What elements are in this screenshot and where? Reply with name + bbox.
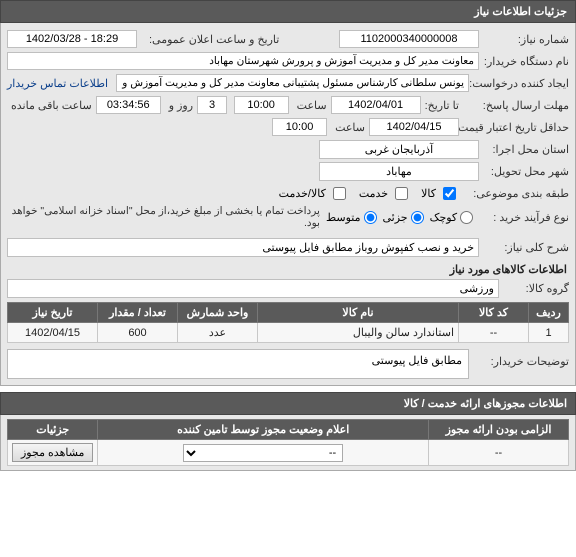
label-kuchak: کوچک	[430, 211, 458, 224]
label-purchase-type: نوع فرآیند خرید :	[473, 211, 569, 224]
cell-code: --	[459, 323, 529, 343]
value-city: مهاباد	[319, 162, 479, 181]
label-until-date: تا تاریخ:	[421, 99, 459, 112]
label-buyer-notes: توضیحات خریدار:	[469, 349, 569, 368]
checkbox-kala-khadamat[interactable]	[333, 187, 346, 200]
label-province: استان محل اجرا:	[479, 143, 569, 156]
permits-panel: الزامی بودن ارائه مجوز اعلام وضعیت مجوز …	[0, 415, 576, 471]
view-permit-button[interactable]: مشاهده مجوز	[12, 443, 93, 462]
value-validity-date: 1402/04/15	[369, 118, 459, 136]
table-row: 1 -- استاندارد سالن والیبال عدد 600 1402…	[8, 323, 569, 343]
label-send-deadline: مهلت ارسال پاسخ:	[459, 99, 569, 112]
permit-status-select[interactable]: --	[183, 444, 343, 462]
sub-head-items: اطلاعات کالاهای مورد نیاز	[9, 263, 567, 276]
perm-col-status: اعلام وضعیت مجوز توسط تامین کننده	[98, 420, 429, 440]
cell-date: 1402/04/15	[8, 323, 98, 343]
value-days-left: 3	[197, 96, 227, 114]
main-panel: شماره نیاز: 1102000340000008 تاریخ و ساع…	[0, 23, 576, 386]
radio-jozi[interactable]	[411, 211, 424, 224]
value-goods-group: ورزشی	[7, 279, 499, 298]
label-ruz-va: روز و	[165, 99, 193, 112]
label-saat-2: ساعت	[331, 121, 365, 134]
radio-motavaset[interactable]	[364, 211, 377, 224]
label-buyer-org: نام دستگاه خریدار:	[479, 55, 569, 68]
label-need-desc: شرح کلی نیاز:	[479, 241, 569, 254]
label-kala: کالا	[421, 187, 436, 200]
value-time-left: 03:34:56	[96, 96, 161, 114]
cell-unit: عدد	[178, 323, 258, 343]
perm-col-mandatory: الزامی بودن ارائه مجوز	[429, 420, 569, 440]
label-goods-group: گروه کالا:	[499, 282, 569, 295]
value-province: آذربایجان غربی	[319, 140, 479, 159]
value-need-no: 1102000340000008	[339, 30, 479, 48]
col-qty: تعداد / مقدار	[98, 303, 178, 323]
cell-name: استاندارد سالن والیبال	[258, 323, 459, 343]
permits-header: اطلاعات مجوزهای ارائه خدمت / کالا	[0, 392, 576, 415]
items-table: ردیف کد کالا نام کالا واحد شمارش تعداد /…	[7, 302, 569, 343]
checkbox-khadamat[interactable]	[395, 187, 408, 200]
label-request-creator: ایجاد کننده درخواست:	[469, 77, 569, 90]
value-validity-time: 10:00	[272, 118, 327, 136]
label-need-no: شماره نیاز:	[479, 33, 569, 46]
label-kala-khadamat: کالا/خدمت	[279, 187, 326, 200]
cell-qty: 600	[98, 323, 178, 343]
label-announce-dt: تاریخ و ساعت اعلان عمومی:	[145, 33, 279, 46]
col-name: نام کالا	[258, 303, 459, 323]
permits-table: الزامی بودن ارائه مجوز اعلام وضعیت مجوز …	[7, 419, 569, 466]
label-min-validity: حداقل تاریخ اعتبار قیمت: تا تاریخ:	[459, 121, 569, 134]
checkbox-kala[interactable]	[443, 187, 456, 200]
perm-status: --	[98, 440, 429, 466]
radio-kuchak[interactable]	[460, 211, 473, 224]
label-saat-baghi: ساعت باقی مانده	[7, 99, 92, 112]
cell-row: 1	[529, 323, 569, 343]
value-request-creator: یونس سلطانی کارشناس مسئول پشتیبانی معاون…	[116, 74, 469, 92]
value-buyer-notes: مطابق فایل پیوستی	[7, 349, 469, 379]
value-announce-dt: 18:29 - 1402/03/28	[7, 30, 137, 48]
col-row: ردیف	[529, 303, 569, 323]
col-code: کد کالا	[459, 303, 529, 323]
perm-mandatory: --	[429, 440, 569, 466]
label-saat-1: ساعت	[293, 99, 327, 112]
value-buyer-org: معاونت مدیر کل و مدیریت آموزش و پرورش شه…	[7, 52, 479, 70]
col-unit: واحد شمارش	[178, 303, 258, 323]
label-motavaset: متوسط	[326, 211, 361, 224]
value-deadline-date: 1402/04/01	[331, 96, 421, 114]
value-need-desc: خرید و نصب کفپوش روباز مطابق فایل پیوستی	[7, 238, 479, 257]
label-city: شهر محل تحویل:	[479, 165, 569, 178]
perm-actions: مشاهده مجوز	[8, 440, 98, 466]
col-date: تاریخ نیاز	[8, 303, 98, 323]
label-khadamat: خدمت	[359, 187, 388, 200]
link-buyer-contact[interactable]: اطلاعات تماس خریدار	[7, 77, 108, 90]
permit-row: -- -- مشاهده مجوز	[8, 440, 569, 466]
perm-col-details: جزئیات	[8, 420, 98, 440]
label-category: طبقه بندی موضوعی:	[459, 187, 569, 200]
value-deadline-time: 10:00	[234, 96, 289, 114]
label-jozi: جزئی	[383, 211, 408, 224]
payment-note: پرداخت تمام یا بخشی از مبلغ خرید،از محل …	[7, 205, 320, 229]
section-header: جزئیات اطلاعات نیاز	[0, 0, 576, 23]
